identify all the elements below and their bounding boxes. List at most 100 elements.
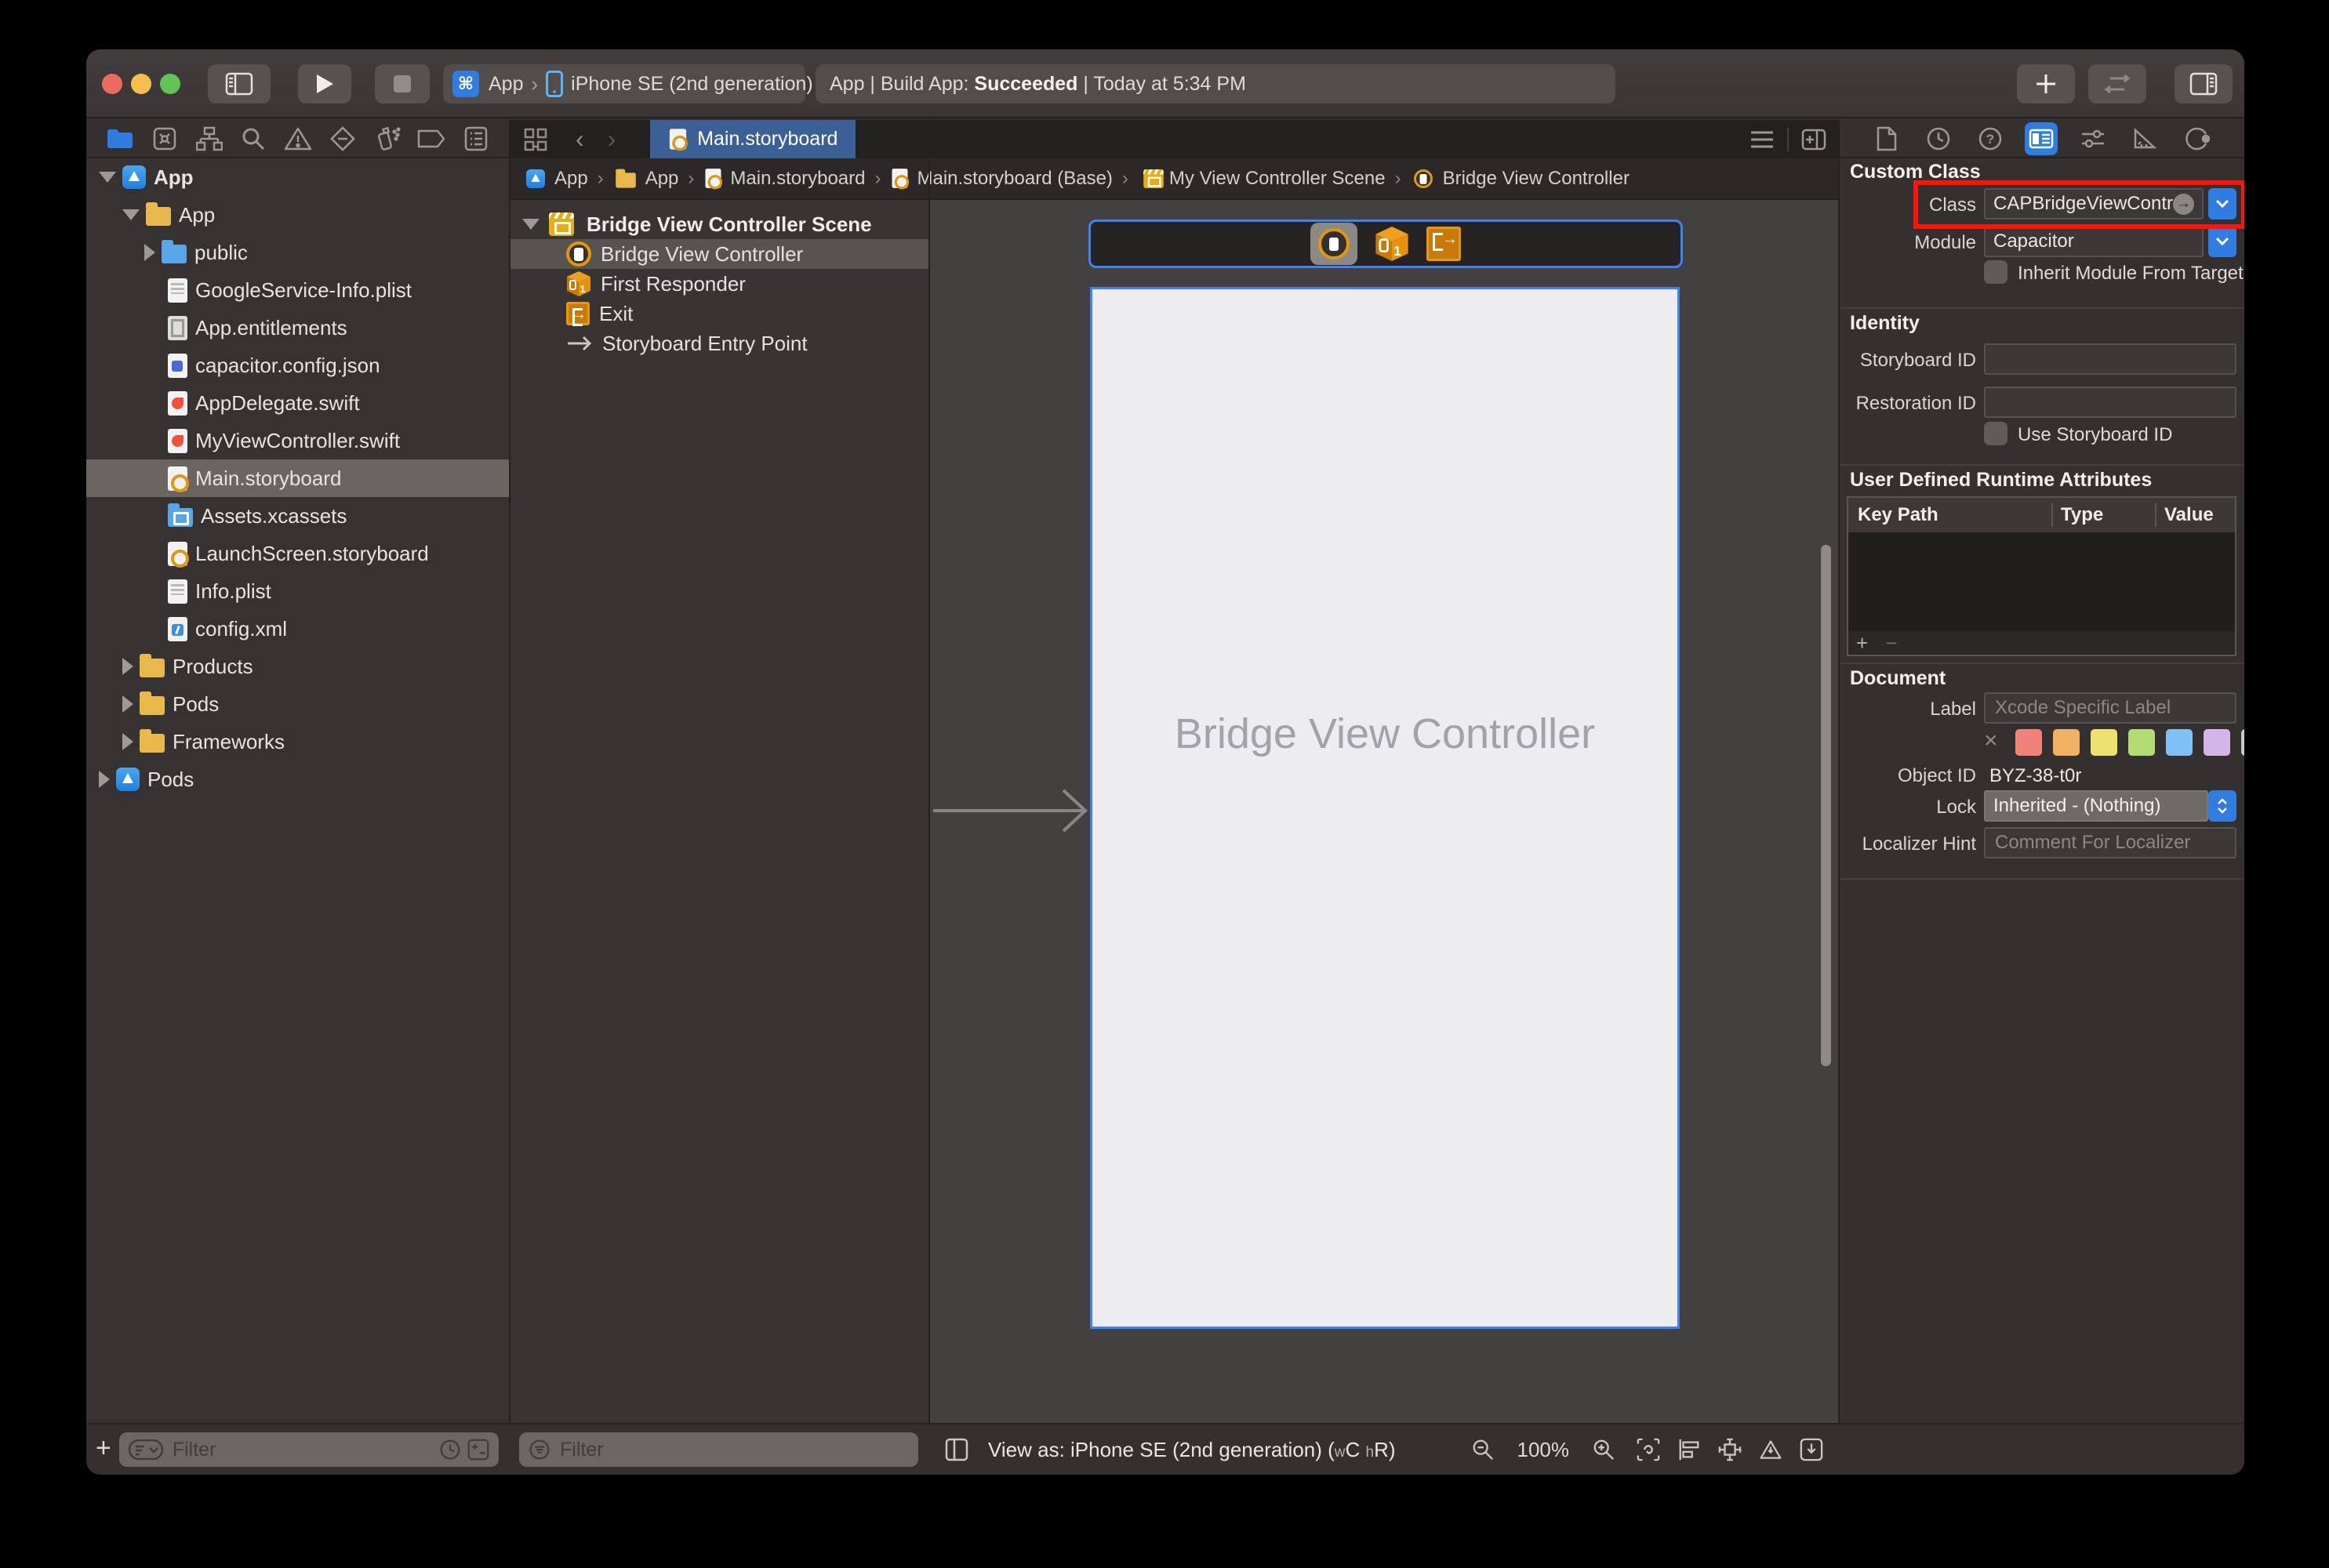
file-row-pods-group[interactable]: Pods [86, 685, 510, 723]
disclosure-triangle-icon[interactable] [122, 209, 140, 220]
file-row-entitlements[interactable]: App.entitlements [86, 309, 510, 347]
breadcrumb-item-file[interactable]: Main.storyboard [730, 168, 865, 190]
report-navigator-icon[interactable] [460, 122, 492, 155]
toggle-navigator-button[interactable] [208, 64, 271, 103]
file-row-main-storyboard-selected[interactable]: Main.storyboard [86, 459, 510, 497]
disclosure-triangle-icon[interactable] [144, 244, 155, 261]
file-row-appdelegate[interactable]: AppDelegate.swift [86, 384, 510, 422]
history-inspector-icon[interactable] [1922, 122, 1955, 155]
doc-label-field[interactable] [1984, 692, 2236, 724]
file-row-public[interactable]: public [86, 234, 510, 271]
connections-inspector-icon[interactable] [2180, 122, 2213, 155]
navigator-filter-field[interactable] [119, 1432, 499, 1467]
jump-to-class-arrow-icon[interactable]: → [2173, 194, 2194, 215]
back-chevron-icon[interactable]: ‹ [576, 125, 584, 154]
window-zoom-button[interactable] [160, 74, 180, 94]
breadcrumb-item-group[interactable]: App [645, 168, 679, 190]
forward-chevron-icon[interactable]: › [608, 125, 616, 154]
adjust-frames-icon[interactable] [1637, 1438, 1660, 1461]
breakpoint-navigator-icon[interactable] [415, 122, 448, 155]
file-row-project-app[interactable]: App [86, 158, 510, 196]
disclosure-triangle-icon[interactable] [99, 771, 110, 788]
code-review-button[interactable] [2088, 64, 2146, 103]
color-tag-blue[interactable] [2166, 729, 2193, 756]
debug-navigator-icon[interactable] [371, 122, 404, 155]
run-button[interactable] [298, 64, 351, 103]
color-tag-yellow[interactable] [2091, 729, 2117, 756]
inherit-module-checkbox[interactable] [1984, 260, 2007, 284]
localizer-hint-field[interactable] [1984, 827, 2236, 858]
color-tag-red[interactable] [2015, 729, 2042, 756]
inspector-divider[interactable] [1838, 120, 1840, 1475]
udra-empty-body[interactable] [1848, 532, 2235, 631]
restoration-id-input[interactable] [1993, 390, 2227, 414]
editor-options-icon[interactable] [1749, 129, 1775, 150]
navigator-divider[interactable] [509, 120, 510, 1475]
breadcrumb-item-project[interactable]: App [554, 168, 588, 190]
stop-button[interactable] [375, 64, 430, 103]
attributes-inspector-icon[interactable] [2076, 122, 2109, 155]
color-tag-purple[interactable] [2204, 729, 2230, 756]
disclosure-triangle-icon[interactable] [99, 172, 116, 183]
localizer-hint-input[interactable] [1993, 831, 2227, 855]
doc-label-input[interactable] [1993, 696, 2227, 720]
file-row-launchscreen[interactable]: LaunchScreen.storyboard [86, 535, 510, 572]
help-inspector-icon[interactable]: ? [1974, 122, 2007, 155]
window-minimize-button[interactable] [131, 74, 151, 94]
test-navigator-icon[interactable] [326, 122, 359, 155]
color-tag-orange[interactable] [2053, 729, 2080, 756]
resolve-autolayout-icon[interactable] [1759, 1438, 1782, 1461]
module-field[interactable]: Capacitor [1984, 226, 2204, 257]
embed-in-icon[interactable] [1800, 1438, 1823, 1461]
issue-navigator-icon[interactable] [282, 122, 314, 155]
size-inspector-icon[interactable] [2128, 122, 2161, 155]
file-row-configxml[interactable]: config.xml [86, 610, 510, 648]
file-row-assets[interactable]: Assets.xcassets [86, 497, 510, 535]
source-control-status-icon[interactable] [467, 1439, 489, 1461]
file-row-group-app[interactable]: App [86, 196, 510, 234]
view-as-label[interactable]: View as: iPhone SE (2nd generation) (wC … [988, 1438, 1396, 1462]
file-row-pods-project[interactable]: Pods [86, 760, 510, 798]
source-control-navigator-icon[interactable] [148, 122, 181, 155]
storyboard-entry-point-arrow[interactable] [933, 786, 1090, 836]
lock-stepper-button[interactable] [2208, 790, 2236, 822]
zoom-out-icon[interactable] [1471, 1438, 1495, 1461]
symbol-navigator-icon[interactable] [193, 122, 226, 155]
outline-row-first-responder[interactable]: 1 First Responder [510, 269, 929, 299]
class-field[interactable]: CAPBridgeViewControl... → [1984, 188, 2204, 220]
file-row-frameworks[interactable]: Frameworks [86, 723, 510, 760]
file-row-infoplist[interactable]: Info.plist [86, 572, 510, 610]
outline-filter-input[interactable] [558, 1438, 909, 1462]
outline-row-bridge-view-controller[interactable]: Bridge View Controller [510, 239, 929, 269]
toggle-outline-icon[interactable] [945, 1438, 968, 1461]
add-editor-icon[interactable] [1801, 129, 1826, 151]
add-constraints-icon[interactable] [1718, 1438, 1742, 1461]
module-dropdown-button[interactable] [2208, 226, 2236, 257]
zoom-in-icon[interactable] [1592, 1438, 1615, 1461]
color-tag-none[interactable]: × [1984, 728, 1998, 754]
outline-row-exit[interactable]: Exit [510, 299, 929, 328]
udra-add-button[interactable]: + [1856, 631, 1868, 655]
breadcrumb-item-scene[interactable]: My View Controller Scene [1169, 168, 1386, 190]
class-dropdown-button[interactable] [2208, 188, 2236, 220]
disclosure-triangle-icon[interactable] [122, 733, 133, 750]
recent-files-clock-icon[interactable] [439, 1439, 461, 1461]
window-close-button[interactable] [102, 74, 122, 94]
zoom-level[interactable]: 100% [1517, 1438, 1570, 1462]
lock-popup[interactable]: Inherited - (Nothing) [1984, 790, 2208, 822]
tab-main-storyboard[interactable]: Main.storyboard [650, 120, 856, 158]
udra-remove-button[interactable]: − [1885, 631, 1897, 655]
align-icon[interactable] [1677, 1438, 1701, 1461]
view-controller-view[interactable]: Bridge View Controller [1090, 287, 1680, 1329]
file-row-googleservice[interactable]: GoogleService-Info.plist [86, 271, 510, 309]
disclosure-triangle-icon[interactable] [522, 219, 540, 230]
add-file-button[interactable]: + [96, 1433, 111, 1464]
disclosure-triangle-icon[interactable] [122, 695, 133, 713]
outline-filter-field[interactable] [519, 1432, 918, 1467]
storyboard-id-input[interactable] [1993, 347, 2227, 371]
breadcrumb-item-base[interactable]: Main.storyboard (Base) [917, 168, 1112, 190]
storyboard-canvas[interactable]: 1 Bridge View Controller [929, 200, 1839, 1423]
file-row-myviewcontroller[interactable]: MyViewController.swift [86, 422, 510, 459]
identity-inspector-icon[interactable] [2025, 122, 2058, 155]
dock-view-controller-selected[interactable] [1310, 223, 1357, 265]
